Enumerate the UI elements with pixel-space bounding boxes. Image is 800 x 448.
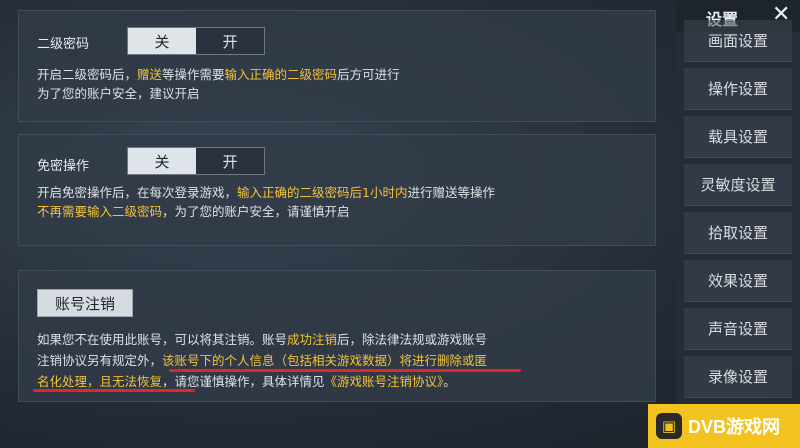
password-free-toggle[interactable]: 关 开 bbox=[127, 147, 265, 175]
p2-desc-run-2: 进行赠送等操作 bbox=[407, 185, 495, 200]
password-free-label: 免密操作 bbox=[37, 159, 90, 174]
sidebar-item-6[interactable]: 声音设置 bbox=[684, 308, 792, 350]
account-cancel-description: 如果您不在使用此账号，可以将其注销。账号成功注销后，除法律法规或游戏账号 注销协… bbox=[37, 329, 641, 392]
settings-sidebar: 设置 ✕ 画面设置操作设置载具设置灵敏度设置拾取设置效果设置声音设置录像设置账户… bbox=[676, 0, 800, 448]
second-password-off-option[interactable]: 关 bbox=[128, 28, 196, 54]
account-cancel-desc-line2: 注销协议另有规定外，该账号下的个人信息（包括相关游戏数据）将进行删除或匿 bbox=[37, 350, 641, 371]
gamepad-icon: ▣ bbox=[656, 413, 682, 439]
p3-line1-run-2: 后，除法律法规或游戏账号 bbox=[337, 332, 488, 347]
sidebar-item-0[interactable]: 画面设置 bbox=[684, 20, 792, 62]
p3-line3-run-2: 《游戏账号注销协议》 bbox=[324, 374, 444, 389]
p2-desc2-run-1: ，为了您的账户安全，请谨慎开启 bbox=[162, 204, 350, 219]
p3-line2-run-1: 该账号下的个人信息（包括相关游戏数据）将进行删除或匿 bbox=[162, 353, 488, 368]
p3-line3-run-1: ，请您谨慎操作，具体详情见 bbox=[162, 374, 325, 389]
p3-line3-run-3: 。 bbox=[443, 374, 456, 389]
sidebar-item-2[interactable]: 载具设置 bbox=[684, 116, 792, 158]
sidebar-item-7[interactable]: 录像设置 bbox=[684, 356, 792, 398]
watermark-badge: ▣ DVB游戏网 bbox=[648, 404, 800, 448]
p1-desc-run-1: 赠送 bbox=[137, 67, 163, 82]
second-password-desc-line1: 开启二级密码后，赠送等操作需要输入正确的二级密码后方可进行 bbox=[37, 65, 641, 84]
watermark-text: DVB游戏网 bbox=[688, 417, 781, 437]
password-free-desc-line1: 开启免密操作后，在每次登录游戏，输入正确的二级密码后1小时内进行赠送等操作 bbox=[37, 183, 641, 202]
p3-line2-run-0: 注销协议另有规定外， bbox=[37, 353, 163, 368]
account-cancel-button[interactable]: 账号注销 bbox=[37, 289, 133, 317]
account-cancel-panel: 账号注销 如果您不在使用此账号，可以将其注销。账号成功注销后，除法律法规或游戏账… bbox=[18, 270, 656, 402]
password-free-off-option[interactable]: 关 bbox=[128, 148, 196, 174]
second-password-desc-line2: 为了您的账户安全，建议开启 bbox=[37, 86, 200, 101]
p3-line3-run-0: 名化处理，且无法恢复 bbox=[37, 374, 163, 389]
p3-line1-run-1: 成功注销 bbox=[287, 332, 338, 347]
second-password-on-option[interactable]: 开 bbox=[196, 28, 264, 54]
p2-desc-run-1: 输入正确的二级密码后1小时内 bbox=[237, 185, 408, 200]
sidebar-item-5[interactable]: 效果设置 bbox=[684, 260, 792, 302]
password-free-on-option[interactable]: 开 bbox=[196, 148, 264, 174]
second-password-description: 开启二级密码后，赠送等操作需要输入正确的二级密码后方可进行 为了您的账户安全，建… bbox=[37, 65, 641, 103]
sidebar-item-3[interactable]: 灵敏度设置 bbox=[684, 164, 792, 206]
red-underline-1 bbox=[169, 369, 521, 372]
account-cancel-desc-line1: 如果您不在使用此账号，可以将其注销。账号成功注销后，除法律法规或游戏账号 bbox=[37, 329, 641, 350]
second-password-toggle[interactable]: 关 开 bbox=[127, 27, 265, 55]
sidebar-item-1[interactable]: 操作设置 bbox=[684, 68, 792, 110]
p1-desc-run-2: 等操作需要 bbox=[162, 67, 225, 82]
p2-desc-run-0: 开启免密操作后，在每次登录游戏， bbox=[37, 185, 238, 200]
red-underline-2 bbox=[33, 389, 195, 392]
p3-line1-run-0: 如果您不在使用此账号，可以将其注销。账号 bbox=[37, 332, 288, 347]
p1-desc-run-4: 后方可进行 bbox=[337, 67, 400, 82]
p1-desc-run-0: 开启二级密码后， bbox=[37, 67, 138, 82]
second-password-panel: 二级密码 关 开 开启二级密码后，赠送等操作需要输入正确的二级密码后方可进行 为… bbox=[18, 10, 656, 122]
password-free-desc-line2: 不再需要输入二级密码，为了您的账户安全，请谨慎开启 bbox=[37, 202, 641, 221]
password-free-description: 开启免密操作后，在每次登录游戏，输入正确的二级密码后1小时内进行赠送等操作 不再… bbox=[37, 183, 641, 221]
p1-desc-run-3: 输入正确的二级密码 bbox=[224, 67, 338, 82]
second-password-label: 二级密码 bbox=[37, 37, 90, 52]
password-free-panel: 免密操作 关 开 开启免密操作后，在每次登录游戏，输入正确的二级密码后1小时内进… bbox=[18, 134, 656, 246]
sidebar-item-4[interactable]: 拾取设置 bbox=[684, 212, 792, 254]
p2-desc2-run-0: 不再需要输入二级密码 bbox=[37, 204, 163, 219]
